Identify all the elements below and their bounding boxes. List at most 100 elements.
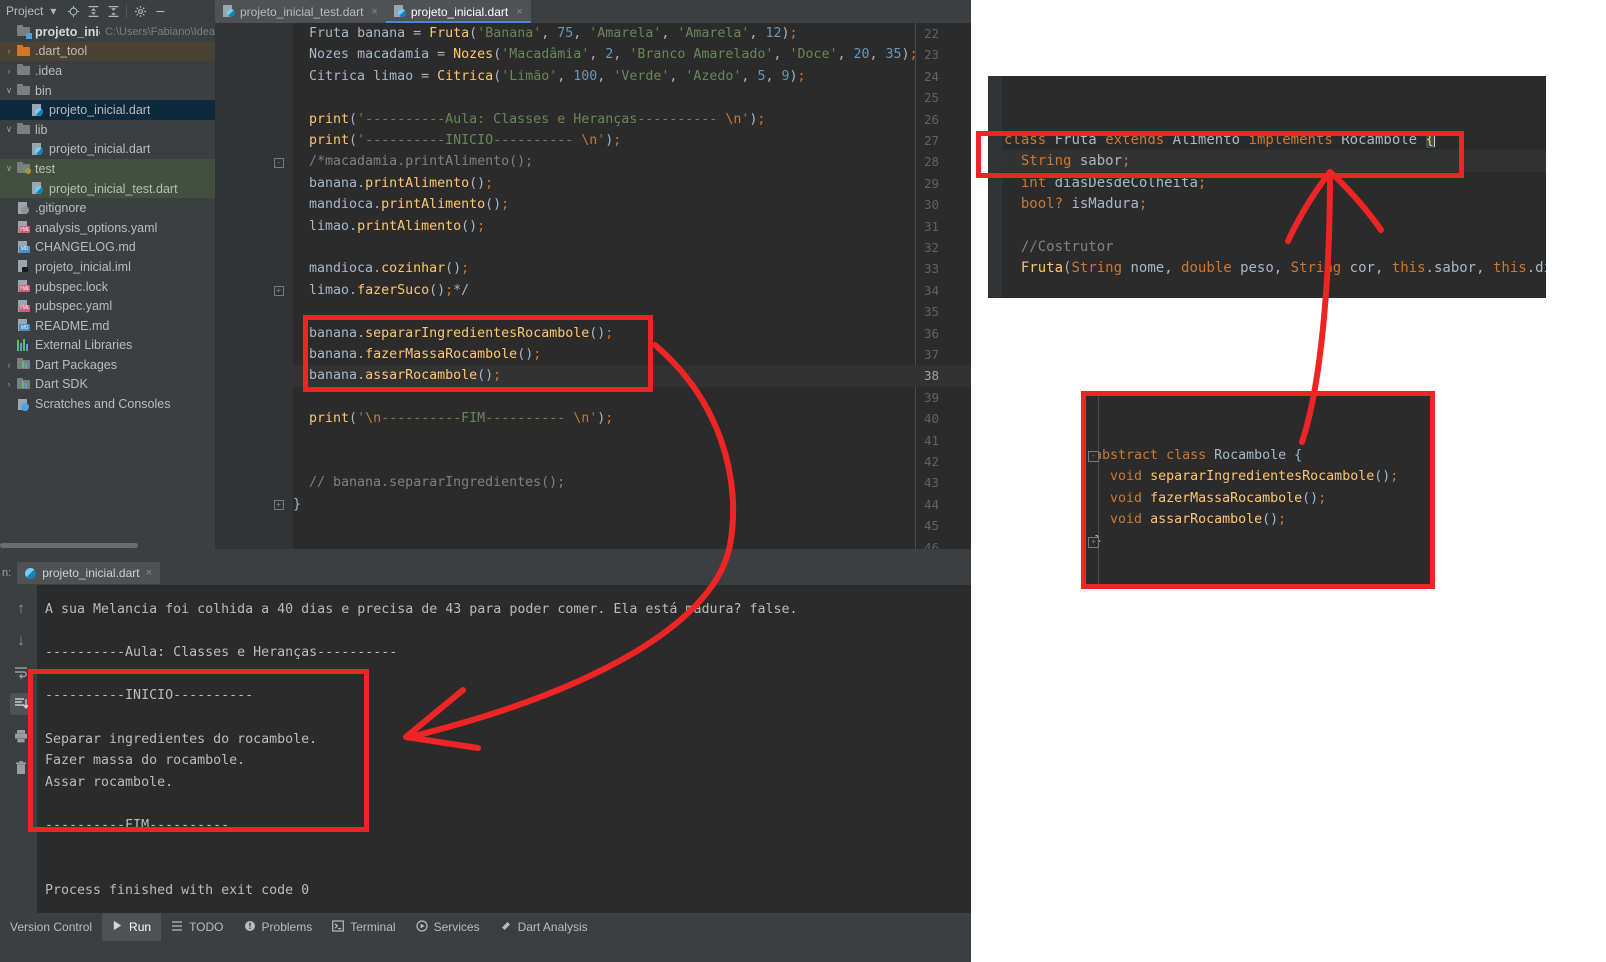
code-line[interactable]: print('----------INICIO---------- \n');: [293, 133, 621, 148]
code-line[interactable]: Fruta banana = Fruta('Banana', 75, 'Amar…: [293, 26, 797, 41]
project-panel-header: Project ▾: [0, 0, 215, 22]
tree-item-changelog-md[interactable]: MD CHANGELOG.md: [0, 238, 215, 258]
overlay-code-line: void fazerMassaRocambole();: [1110, 490, 1327, 506]
tree-item-readme-md[interactable]: MD README.md: [0, 316, 215, 336]
code-editor[interactable]: 22 Fruta banana = Fruta('Banana', 75, 'A…: [215, 23, 971, 549]
close-icon[interactable]: ×: [371, 6, 377, 18]
status-bar-items[interactable]: Version Control Run TODO Problems Terminal Se…: [0, 913, 598, 941]
module-icon: [16, 24, 32, 40]
project-tree[interactable]: projeto_inicial C:\Users\Fabiano\Idea › .da…: [0, 22, 215, 549]
tree-item-lib[interactable]: ∨ lib: [0, 120, 215, 140]
run-panel-prefix: n:: [2, 567, 12, 579]
run-console-output[interactable]: A sua Melancia foi colhida a 40 dias e p…: [37, 585, 971, 925]
tree-item-analysis-options-yaml[interactable]: YML analysis_options.yaml: [0, 218, 215, 238]
divider: [126, 4, 128, 18]
fold-marker-icon[interactable]: +: [273, 286, 284, 297]
trash-icon[interactable]: [10, 757, 32, 779]
tab-label: projeto_inicial_test.dart: [240, 4, 364, 19]
dart-icon: [500, 920, 512, 935]
tree-item-projeto-inicial-dart[interactable]: projeto_inicial.dart: [0, 100, 215, 120]
tree-item--idea[interactable]: › .idea: [0, 61, 215, 81]
chevron-right-icon[interactable]: ›: [2, 46, 16, 56]
tree-item-projeto-inicial[interactable]: projeto_inicial C:\Users\Fabiano\Idea: [0, 22, 215, 42]
code-line[interactable]: banana.assarRocambole();: [293, 368, 501, 383]
collapse-all-icon[interactable]: [103, 1, 123, 21]
chevron-down-icon[interactable]: ∨: [2, 163, 16, 174]
scroll-down-icon[interactable]: ↓: [10, 629, 32, 651]
overlay-code-line: class Fruta extends Alimento implements …: [1004, 132, 1435, 148]
chevron-down-icon[interactable]: ∨: [2, 124, 16, 135]
tree-item-dart-sdk[interactable]: › Dart SDK: [0, 375, 215, 395]
chevron-right-icon[interactable]: ›: [2, 66, 16, 76]
tree-horizontal-scrollbar[interactable]: [0, 543, 138, 548]
code-line[interactable]: Nozes macadamia = Nozes('Macadâmia', 2, …: [293, 47, 918, 62]
fold-marker-icon[interactable]: +: [1088, 536, 1099, 548]
code-line[interactable]: banana.fazerMassaRocambole();: [293, 347, 541, 362]
status-bar-todo[interactable]: TODO: [161, 913, 233, 941]
minimize-icon[interactable]: [150, 1, 170, 21]
tree-item-label: lib: [35, 122, 48, 137]
tree-item-test[interactable]: ∨ test: [0, 159, 215, 179]
line-number: 24: [923, 68, 939, 84]
run-config-tab[interactable]: projeto_inicial.dart ×: [17, 562, 161, 584]
tree-item--dart-tool[interactable]: › .dart_tool: [0, 41, 215, 62]
code-line[interactable]: mandioca.cozinhar();: [293, 261, 469, 276]
scroll-to-end-icon[interactable]: [10, 693, 32, 715]
tree-item-pubspec-yaml[interactable]: YML pubspec.yaml: [0, 296, 215, 316]
tree-item-dart-packages[interactable]: › Dart Packages: [0, 355, 215, 375]
code-line[interactable]: banana.separarIngredientesRocambole();: [293, 326, 613, 341]
status-bar-dart-analysis[interactable]: Dart Analysis: [490, 913, 598, 941]
chevron-down-icon[interactable]: ▾: [43, 1, 63, 21]
tree-item-projeto-inicial-dart[interactable]: projeto_inicial.dart: [0, 140, 215, 160]
line-number: 36: [923, 325, 939, 341]
fold-marker-icon[interactable]: -: [1088, 451, 1099, 462]
code-line[interactable]: mandioca.printAlimento();: [293, 197, 509, 212]
code-line[interactable]: // banana.separarIngredientes();: [293, 475, 565, 490]
line-number: 26: [923, 111, 939, 127]
gear-icon[interactable]: [130, 1, 150, 21]
code-line[interactable]: }: [293, 497, 301, 512]
tree-item-bin[interactable]: ∨ bin: [0, 81, 215, 101]
status-bar-terminal[interactable]: Terminal: [322, 913, 405, 941]
status-bar-version-control[interactable]: Version Control: [0, 913, 102, 941]
expand-all-icon[interactable]: [83, 1, 103, 21]
status-bar-services[interactable]: Services: [406, 913, 490, 941]
code-line[interactable]: banana.printAlimento();: [293, 176, 493, 191]
code-line[interactable]: limao.printAlimento();: [293, 219, 485, 234]
status-bar-problems[interactable]: Problems: [234, 913, 323, 941]
tab-projeto-inicial-test[interactable]: projeto_inicial_test.dart ×: [215, 0, 386, 23]
chevron-right-icon[interactable]: ›: [2, 379, 16, 389]
fold-marker-icon[interactable]: +: [273, 500, 284, 511]
code-line[interactable]: limao.fazerSuco();*/: [293, 283, 469, 298]
close-icon[interactable]: ×: [516, 6, 522, 18]
tree-item-projeto-inicial-iml[interactable]: projeto_inicial.iml: [0, 257, 215, 277]
tree-item-scratches-and-consoles[interactable]: Scratches and Consoles: [0, 394, 215, 414]
chevron-right-icon[interactable]: ›: [2, 360, 16, 370]
console-line: ----------FIM----------: [45, 818, 230, 833]
overlay-code-line: void assarRocambole();: [1110, 512, 1287, 528]
chevron-down-icon[interactable]: ∨: [2, 85, 16, 96]
project-panel-title: Project: [6, 4, 44, 18]
locate-icon[interactable]: [63, 1, 83, 21]
close-icon[interactable]: ×: [146, 567, 152, 579]
scroll-up-icon[interactable]: ↑: [10, 597, 32, 619]
code-line[interactable]: /*macadamia.printAlimento();: [293, 154, 533, 169]
status-bar-run[interactable]: Run: [102, 913, 162, 941]
console-line: Fazer massa do rocambole.: [45, 753, 246, 769]
tree-item-pubspec-lock[interactable]: YML pubspec.lock: [0, 277, 215, 297]
print-icon[interactable]: [10, 725, 32, 747]
code-line[interactable]: print('\n----------FIM---------- \n');: [293, 411, 613, 426]
run-tool-strip[interactable]: ↑ ↓: [6, 585, 36, 925]
tree-item-projeto-inicial-test-dart[interactable]: projeto_inicial_test.dart: [0, 178, 215, 199]
tab-projeto-inicial[interactable]: projeto_inicial.dart ×: [385, 0, 531, 23]
code-line[interactable]: print('----------Aula: Classes e Herança…: [293, 112, 765, 127]
tree-item-label: Dart Packages: [35, 357, 117, 372]
tree-item--gitignore[interactable]: .gitignore: [0, 198, 215, 218]
line-number: 25: [923, 90, 939, 106]
console-line: ----------INICIO----------: [45, 688, 254, 704]
soft-wrap-icon[interactable]: [10, 661, 32, 683]
play-icon: [112, 920, 123, 934]
fold-marker-icon[interactable]: -: [273, 157, 284, 168]
code-line[interactable]: Citrica limao = Citrica('Limão', 100, 'V…: [293, 69, 806, 84]
tree-item-external-libraries[interactable]: External Libraries: [0, 336, 215, 356]
